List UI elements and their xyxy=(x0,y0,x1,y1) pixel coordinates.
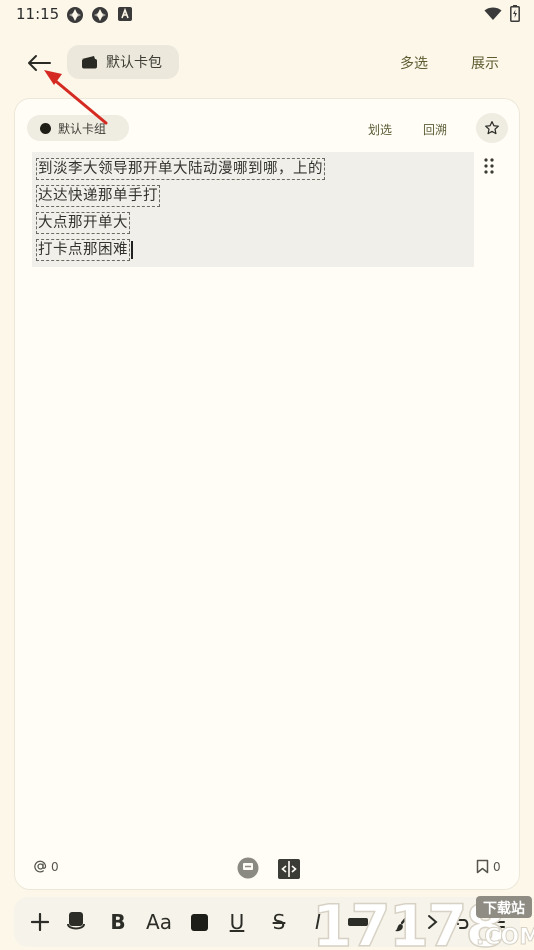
watermark-logo: 17178 下载站 .COM xyxy=(311,891,534,950)
watermark-site: 下载站 xyxy=(483,900,525,917)
annotation-arrow xyxy=(44,70,108,125)
watermark-domain: .COM xyxy=(476,925,534,950)
